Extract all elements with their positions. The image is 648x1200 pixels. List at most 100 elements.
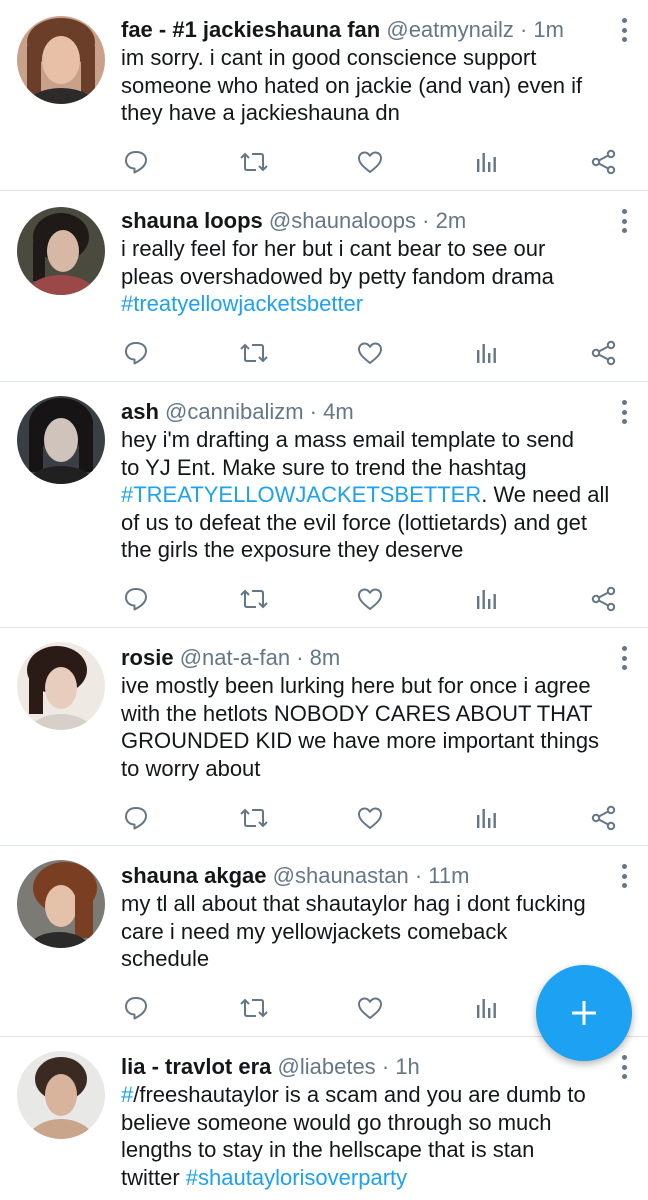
hashtag-link[interactable]: #treatyellowjacketsbetter (121, 290, 636, 318)
handle[interactable]: @cannibalizm (165, 399, 304, 424)
tweet[interactable]: lia - travlot era @liabetes · 1h #/frees… (0, 1037, 648, 1200)
like-icon (356, 149, 384, 175)
analytics-icon (473, 340, 499, 366)
analytics-button[interactable] (471, 803, 501, 833)
like-button[interactable] (355, 584, 385, 614)
retweet-button[interactable] (239, 147, 269, 177)
avatar[interactable] (17, 642, 105, 730)
tweet-header: ash @cannibalizm · 4m (121, 398, 354, 426)
analytics-button[interactable] (471, 338, 501, 368)
display-name[interactable]: ash (121, 399, 159, 424)
reply-button[interactable] (121, 803, 151, 833)
handle[interactable]: @shaunaloops (269, 208, 416, 233)
avatar[interactable] (17, 1051, 105, 1139)
like-button[interactable] (355, 803, 385, 833)
timestamp[interactable]: · 8m (296, 645, 340, 670)
display-name[interactable]: shauna akgae (121, 863, 267, 888)
hashtag-link[interactable]: #TREATYELLOWJACKETSBETTER (121, 482, 481, 507)
tweet-line: someone who hated on jackie (and van) ev… (121, 72, 583, 98)
tweet-line: to worry about (121, 755, 261, 781)
tweet-text: ive mostly been lurking here but for onc… (121, 672, 636, 782)
more-icon[interactable] (620, 1055, 628, 1079)
display-name[interactable]: fae - #1 jackieshauna fan (121, 17, 380, 42)
like-icon (356, 586, 384, 612)
analytics-button[interactable] (471, 147, 501, 177)
timestamp[interactable]: · 1m (520, 17, 564, 42)
tweet-line: care i need my yellowjackets comeback (121, 918, 508, 944)
more-icon[interactable] (620, 209, 628, 233)
retweet-icon (239, 149, 269, 175)
tweet-line: believe someone would go through so much (121, 1109, 552, 1135)
tweet-line: lengths to stay in the hellscape that is… (121, 1137, 535, 1162)
avatar[interactable] (17, 860, 105, 948)
reply-button[interactable] (121, 147, 151, 177)
display-name[interactable]: lia - travlot era (121, 1054, 271, 1079)
tweet-text-fragment: twitter (121, 1164, 186, 1190)
timestamp[interactable]: · 1h (382, 1054, 420, 1079)
tweet-actions (0, 338, 648, 368)
tweet-header: lia - travlot era @liabetes · 1h (121, 1053, 420, 1081)
display-name[interactable]: shauna loops (121, 208, 263, 233)
tweet-text-fragment: /freeshautaylor is a scam and you are du… (133, 1082, 586, 1107)
tweet-line: hey i'm drafting a mass email template t… (121, 427, 574, 452)
handle[interactable]: @eatmynailz (386, 17, 514, 42)
timestamp[interactable]: · 4m (310, 399, 354, 424)
like-button[interactable] (355, 147, 385, 177)
tweet[interactable]: shauna loops @shaunaloops · 2m i really … (0, 191, 648, 382)
like-button[interactable] (355, 993, 385, 1023)
reply-icon (123, 149, 149, 175)
tweet[interactable]: rosie @nat-a-fan · 8m ive mostly been lu… (0, 628, 648, 846)
avatar[interactable] (17, 207, 105, 295)
retweet-button[interactable] (239, 338, 269, 368)
retweet-button[interactable] (239, 993, 269, 1023)
share-button[interactable] (589, 584, 619, 614)
reply-icon (123, 586, 149, 612)
retweet-icon (239, 586, 269, 612)
more-icon[interactable] (620, 18, 628, 42)
display-name[interactable]: rosie (121, 645, 174, 670)
like-icon (356, 805, 384, 831)
tweet-line: twitter #shautaylorisoverparty (121, 1164, 636, 1192)
more-icon[interactable] (620, 864, 628, 888)
handle[interactable]: @liabetes (278, 1054, 376, 1079)
retweet-button[interactable] (239, 803, 269, 833)
tweet-actions (0, 147, 648, 177)
tweet-line: schedule (121, 946, 210, 971)
tweet[interactable]: ash @cannibalizm · 4m hey i'm drafting a… (0, 382, 648, 628)
tweet-line: GROUNDED KID we have more important thin… (121, 728, 600, 753)
timestamp[interactable]: · 2m (422, 208, 466, 233)
tweet-line: to YJ Ent. Make sure to trend the hashta… (121, 454, 527, 480)
avatar[interactable] (17, 16, 105, 104)
like-button[interactable] (355, 338, 385, 368)
compose-icon (572, 1001, 596, 1025)
more-icon[interactable] (620, 646, 628, 670)
avatar[interactable] (17, 396, 105, 484)
tweet[interactable]: fae - #1 jackieshauna fan @eatmynailz · … (0, 0, 648, 191)
reply-button[interactable] (121, 993, 151, 1023)
like-icon (356, 340, 384, 366)
tweet-line: of us to defeat the evil force (lottieta… (121, 509, 587, 535)
tweet-text: my tl all about that shautaylor hag i do… (121, 890, 636, 973)
reply-button[interactable] (121, 584, 151, 614)
handle[interactable]: @nat-a-fan (180, 645, 290, 670)
reply-button[interactable] (121, 338, 151, 368)
compose-button[interactable] (536, 965, 632, 1061)
share-button[interactable] (589, 803, 619, 833)
hashtag-link[interactable]: #shautaylorisoverparty (186, 1165, 407, 1190)
tweet-header: rosie @nat-a-fan · 8m (121, 644, 340, 672)
retweet-button[interactable] (239, 584, 269, 614)
hashtag-link[interactable]: # (121, 1082, 133, 1107)
analytics-button[interactable] (471, 584, 501, 614)
handle[interactable]: @shaunastan (273, 863, 409, 888)
timestamp[interactable]: · 11m (415, 863, 470, 888)
tweet-header: fae - #1 jackieshauna fan @eatmynailz · … (121, 16, 564, 44)
share-button[interactable] (589, 147, 619, 177)
share-button[interactable] (589, 338, 619, 368)
more-icon[interactable] (620, 400, 628, 424)
tweet-text: hey i'm drafting a mass email template t… (121, 426, 636, 564)
retweet-icon (239, 805, 269, 831)
tweet-line: the girls the exposure they deserve (121, 537, 464, 562)
share-icon (590, 148, 618, 176)
analytics-button[interactable] (471, 993, 501, 1023)
tweet-text: i really feel for her but i cant bear to… (121, 235, 636, 318)
